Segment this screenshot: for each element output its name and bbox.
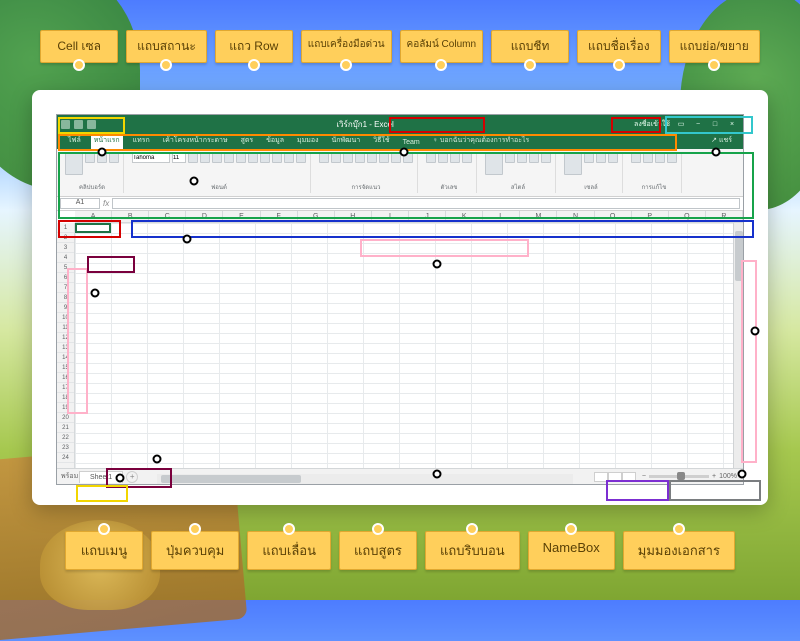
target-status-bar[interactable] bbox=[76, 485, 128, 502]
label-bottom-6[interactable]: มุมมองเอกสาร bbox=[623, 531, 735, 570]
rows-area: 123456789101112131415161718192021222324 bbox=[57, 223, 733, 468]
zoom-slider[interactable] bbox=[649, 475, 709, 478]
label-top-4[interactable]: คอลัมน์ Column bbox=[400, 30, 484, 63]
share-button[interactable]: ↗ แชร์ bbox=[708, 133, 735, 149]
label-bottom-2[interactable]: แถบเลื่อน bbox=[247, 531, 331, 570]
zoom-control: − + 100% bbox=[642, 473, 737, 480]
label-bottom-5[interactable]: NameBox bbox=[528, 531, 615, 570]
target-signin[interactable] bbox=[611, 117, 661, 134]
target-quick-access[interactable] bbox=[58, 117, 124, 135]
zoom-value[interactable]: 100% bbox=[719, 473, 737, 480]
label-top-2[interactable]: แถว Row bbox=[215, 30, 293, 63]
target-title-bar[interactable] bbox=[389, 117, 485, 134]
row-header-22[interactable]: 22 bbox=[57, 433, 74, 443]
target-menu-bar[interactable] bbox=[58, 134, 676, 151]
label-top-6[interactable]: แถบชื่อเรื่อง bbox=[577, 30, 661, 63]
target-name-box[interactable] bbox=[58, 220, 121, 237]
drop-peg-0[interactable] bbox=[97, 148, 106, 157]
cells-grid[interactable] bbox=[75, 223, 733, 468]
labels-top-row: Cell เซลแถบสถานะแถว Rowแถบเครื่องมือด่วน… bbox=[0, 30, 800, 63]
target-view-buttons[interactable] bbox=[606, 480, 669, 501]
label-bottom-0[interactable]: แถบเมนู bbox=[65, 531, 143, 570]
label-top-0[interactable]: Cell เซล bbox=[40, 30, 118, 63]
zoom-slider-thumb[interactable] bbox=[677, 472, 685, 480]
question-card: เวิร์กบุ๊ก1 - Excel ลงชื่อเข้าใช้ ▭ − □ … bbox=[32, 90, 768, 505]
row-header-4[interactable]: 4 bbox=[57, 253, 74, 263]
horizontal-scrollbar-thumb[interactable] bbox=[161, 475, 301, 483]
label-top-7[interactable]: แถบย่อ/ขยาย bbox=[669, 30, 760, 63]
row-header-20[interactable]: 20 bbox=[57, 413, 74, 423]
labels-bottom-row: แถบเมนูปุ่มควบคุมแถบเลื่อนแถบสูตรแถบริบบ… bbox=[0, 531, 800, 570]
zoom-in-button[interactable]: + bbox=[712, 473, 716, 480]
row-header-3[interactable]: 3 bbox=[57, 243, 74, 253]
target-row-header[interactable] bbox=[67, 268, 88, 413]
drop-peg-1[interactable] bbox=[399, 148, 408, 157]
zoom-out-button[interactable]: − bbox=[642, 473, 646, 480]
row-header-24[interactable]: 24 bbox=[57, 453, 74, 463]
target-column-header[interactable] bbox=[360, 239, 529, 256]
label-top-5[interactable]: แถบชีท bbox=[491, 30, 569, 63]
label-top-1[interactable]: แถบสถานะ bbox=[126, 30, 207, 63]
drop-peg-6[interactable] bbox=[90, 289, 99, 298]
target-vertical-scrollbar[interactable] bbox=[741, 260, 757, 463]
label-bottom-4[interactable]: แถบริบบอน bbox=[425, 531, 520, 570]
target-ribbon[interactable] bbox=[58, 152, 754, 218]
drop-peg-11[interactable] bbox=[116, 474, 125, 483]
drop-peg-3[interactable] bbox=[189, 177, 198, 186]
label-bottom-3[interactable]: แถบสูตร bbox=[339, 531, 417, 570]
drop-peg-4[interactable] bbox=[182, 235, 191, 244]
drop-peg-7[interactable] bbox=[750, 326, 759, 335]
label-bottom-1[interactable]: ปุ่มควบคุม bbox=[151, 531, 239, 570]
target-formula-bar[interactable] bbox=[131, 220, 754, 237]
row-header-21[interactable]: 21 bbox=[57, 423, 74, 433]
drop-peg-2[interactable] bbox=[712, 148, 721, 157]
target-zoom[interactable] bbox=[669, 480, 761, 501]
status-text: พร้อม bbox=[61, 471, 78, 482]
drop-peg-5[interactable] bbox=[432, 260, 441, 269]
drop-peg-10[interactable] bbox=[738, 469, 747, 478]
row-header-23[interactable]: 23 bbox=[57, 443, 74, 453]
label-top-3[interactable]: แถบเครื่องมือด่วน bbox=[301, 30, 392, 63]
target-window-controls[interactable] bbox=[665, 116, 753, 135]
drop-peg-8[interactable] bbox=[153, 455, 162, 464]
horizontal-scrollbar[interactable] bbox=[157, 474, 573, 484]
target-cell[interactable] bbox=[87, 256, 135, 273]
drop-peg-9[interactable] bbox=[432, 469, 441, 478]
window-title: เวิร์กบุ๊ก1 - Excel bbox=[96, 118, 634, 131]
